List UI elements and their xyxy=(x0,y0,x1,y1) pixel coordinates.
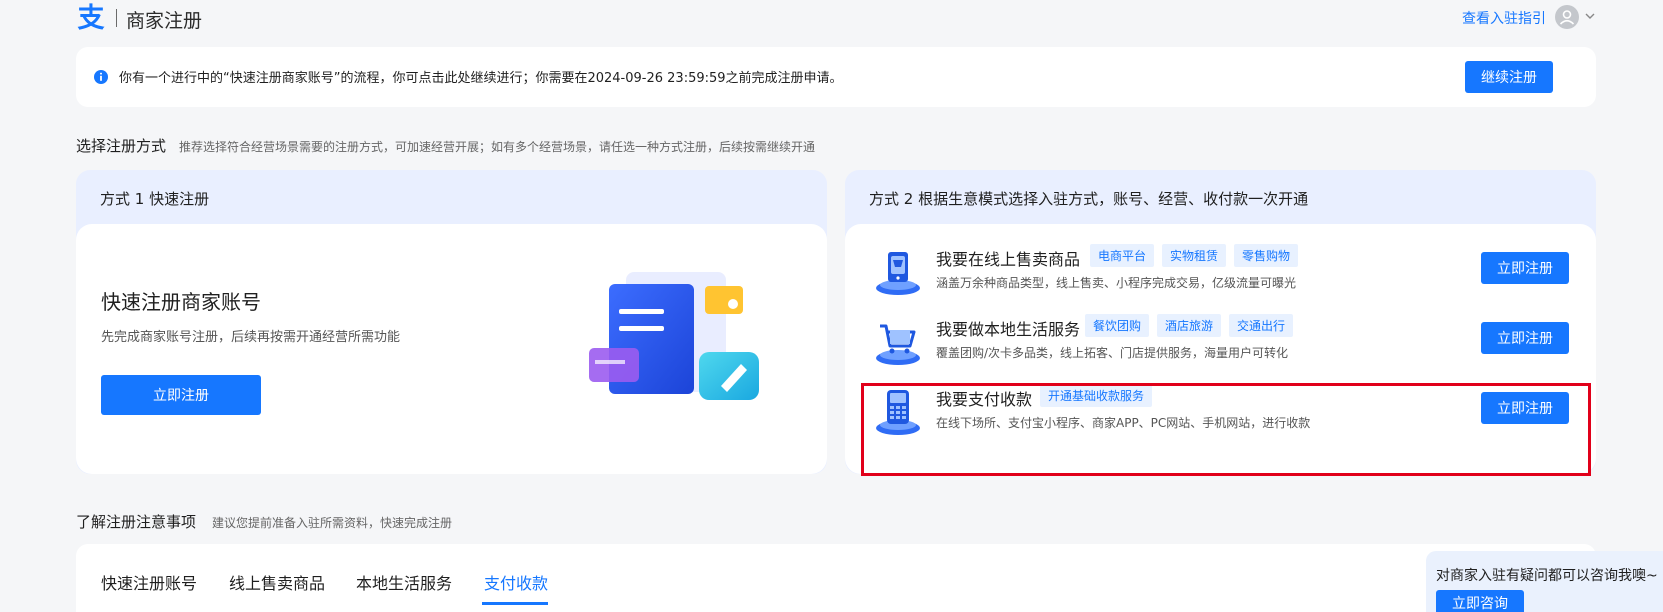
online-sales-tags: 电商平台 实物租赁 零售购物 xyxy=(1090,244,1299,267)
method-row-local-services: 我要做本地生活服务 餐饮团购 酒店旅游 交通出行 覆盖团购/次卡多品类，线上拓客… xyxy=(845,306,1596,376)
section-subtitle-notes: 建议您提前准备入驻所需资料，快速完成注册 xyxy=(212,516,453,530)
method2-header: 方式 2 根据生意模式选择入驻方式，账号、经营、收付款一次开通 xyxy=(869,190,1309,208)
info-icon xyxy=(94,70,108,84)
tag-transport: 交通出行 xyxy=(1229,314,1294,337)
active-tab-indicator xyxy=(482,602,548,605)
entry-guide-link[interactable]: 查看入驻指引 xyxy=(1462,8,1546,28)
tab-payment[interactable]: 支付收款 xyxy=(484,570,548,594)
svg-text:支: 支 xyxy=(78,3,105,32)
continue-register-button[interactable]: 继续注册 xyxy=(1465,61,1553,93)
quick-register-desc: 先完成商家账号注册，后续再按需开通经营所需功能 xyxy=(101,330,401,345)
highlight-box xyxy=(861,383,1591,476)
tab-online-sales[interactable]: 线上售卖商品 xyxy=(229,570,325,594)
section-title-notes: 了解注册注意事项 xyxy=(76,513,197,531)
chevron-down-icon[interactable] xyxy=(1584,10,1596,22)
section-subtitle-register-method: 推荐选择符合经营场景需要的注册方式，可加速经营开展；如有多个经营场景，请任选一种… xyxy=(179,140,816,154)
local-services-desc: 覆盖团购/次卡多品类，线上拓客、门店提供服务，海量用户可转化 xyxy=(936,346,1289,360)
local-services-tags: 餐饮团购 酒店旅游 交通出行 xyxy=(1085,314,1294,337)
online-sales-title: 我要在线上售卖商品 xyxy=(936,250,1081,269)
local-services-register-button[interactable]: 立即注册 xyxy=(1481,322,1569,354)
method-row-online-sales: 我要在线上售卖商品 电商平台 实物租赁 零售购物 涵盖万余种商品类型，线上售卖、… xyxy=(845,236,1596,306)
tab-local-services[interactable]: 本地生活服务 xyxy=(356,570,452,594)
tag-retail: 零售购物 xyxy=(1234,244,1299,267)
alipay-logo-icon[interactable]: 支 xyxy=(76,2,106,32)
tag-catering: 餐饮团购 xyxy=(1085,314,1150,337)
shopping-cart-icon xyxy=(876,324,920,365)
online-sales-register-button[interactable]: 立即注册 xyxy=(1481,252,1569,284)
method1-body: 快速注册商家账号 先完成商家账号注册，后续再按需开通经营所需功能 立即注册 xyxy=(76,224,827,474)
page-brand-title: 商家注册 xyxy=(126,10,203,32)
consult-text: 对商家入驻有疑问都可以咨询我噢~ xyxy=(1436,568,1658,584)
online-sales-desc: 涵盖万余种商品类型，线上售卖、小程序完成交易，亿级流量可曝光 xyxy=(936,276,1297,290)
notes-tab-bar: 快速注册账号 线上售卖商品 本地生活服务 支付收款 xyxy=(76,544,1596,612)
tag-ecommerce: 电商平台 xyxy=(1090,244,1155,267)
in-progress-notice: 你有一个进行中的“快速注册商家账号”的流程，你可点击此处继续进行；你需要在202… xyxy=(76,47,1596,107)
tab-quick-register[interactable]: 快速注册账号 xyxy=(101,570,197,594)
local-services-title: 我要做本地生活服务 xyxy=(936,320,1081,339)
tag-hotel-travel: 酒店旅游 xyxy=(1157,314,1222,337)
online-shop-icon xyxy=(876,252,920,295)
section-title-register-method: 选择注册方式 xyxy=(76,137,167,155)
logo-divider xyxy=(116,9,117,27)
top-header: 支 商家注册 查看入驻指引 xyxy=(0,0,1663,40)
user-avatar[interactable] xyxy=(1555,5,1579,29)
consult-widget: 对商家入驻有疑问都可以咨询我噢~ 立即咨询 xyxy=(1426,551,1663,612)
quick-register-title: 快速注册商家账号 xyxy=(101,290,261,314)
method1-header: 方式 1 快速注册 xyxy=(100,190,210,208)
notice-text: 你有一个进行中的“快速注册商家账号”的流程，你可点击此处继续进行；你需要在202… xyxy=(119,71,843,86)
tag-rental: 实物租赁 xyxy=(1162,244,1227,267)
user-icon xyxy=(1559,10,1575,25)
quick-register-button[interactable]: 立即注册 xyxy=(101,375,261,415)
document-illustration-icon xyxy=(589,272,759,400)
method1-card: 方式 1 快速注册 快速注册商家账号 先完成商家账号注册，后续再按需开通经营所需… xyxy=(76,170,827,474)
consult-button[interactable]: 立即咨询 xyxy=(1436,590,1524,612)
